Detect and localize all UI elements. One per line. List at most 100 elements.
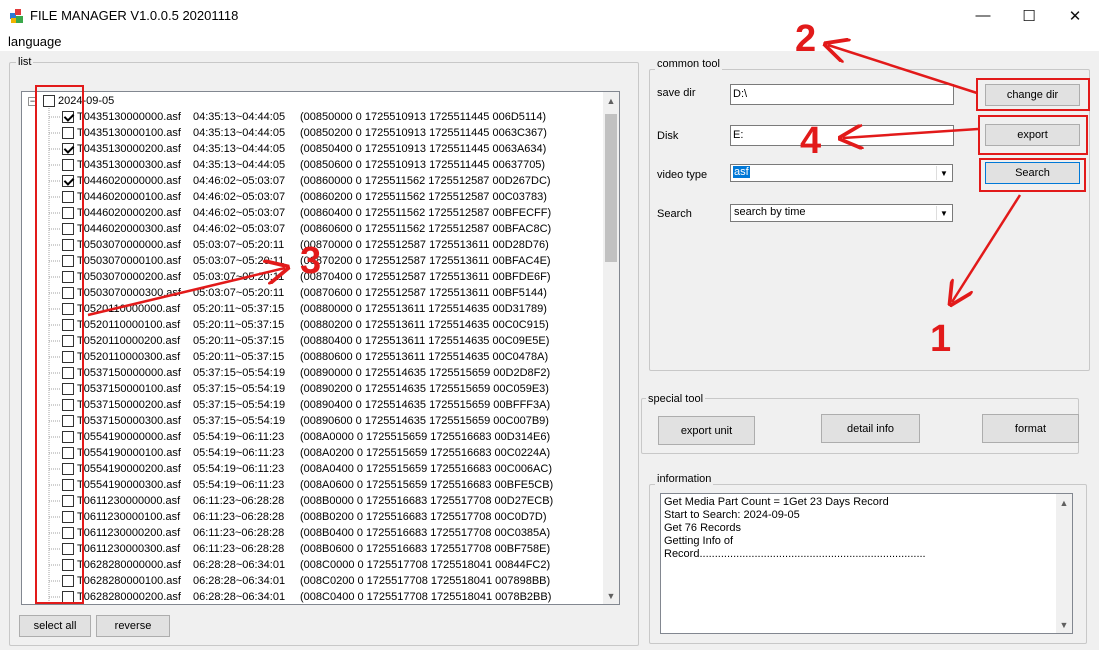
tree-row[interactable]: T0611230000300.asf 06:11:23~06:28:28 (008B… (22, 541, 605, 557)
tree-row[interactable]: T0520110000300.asf 05:20:11~05:37:15 (0088… (22, 349, 605, 365)
info-scrollbar[interactable]: ▲ ▼ (1056, 494, 1072, 633)
tree-row[interactable]: T0520110000100.asf 05:20:11~05:37:15 (0088… (22, 317, 605, 333)
tree-row[interactable]: T0537150000200.asf 05:37:15~05:54:19 (0089… (22, 397, 605, 413)
minimize-button[interactable]: — (960, 0, 1006, 31)
tree-row[interactable]: T0446020000000.asf 04:46:02~05:03:07 (0086… (22, 173, 605, 189)
scroll-down-icon[interactable]: ▼ (1056, 616, 1072, 633)
row-checkbox[interactable] (62, 479, 74, 491)
row-checkbox[interactable] (62, 303, 74, 315)
row-checkbox[interactable] (62, 143, 74, 155)
tree-row[interactable]: T0537150000100.asf 05:37:15~05:54:19 (0089… (22, 381, 605, 397)
row-checkbox[interactable] (62, 431, 74, 443)
row-checkbox[interactable] (62, 495, 74, 507)
tree-row[interactable]: T0435130000200.asf 04:35:13~04:44:05 (0085… (22, 141, 605, 157)
row-checkbox[interactable] (62, 255, 74, 267)
video-type-select[interactable]: asf ▼ (730, 164, 953, 182)
tree-row[interactable]: T0435130000000.asf 04:35:13~04:44:05 (0085… (22, 109, 605, 125)
collapse-toggle-icon[interactable]: − (28, 97, 37, 106)
record-tree[interactable]: − 2024-09-05 T0435130000000.asf 04:35:13~… (21, 91, 620, 605)
row-time-range: 04:35:13~04:44:05 (193, 127, 286, 139)
tree-row[interactable]: T0554190000200.asf 05:54:19~06:11:23 (008A… (22, 461, 605, 477)
row-record-info: (00860200 0 1725511562 1725512587 00C037… (300, 191, 547, 203)
row-checkbox[interactable] (62, 511, 74, 523)
row-checkbox[interactable] (62, 319, 74, 331)
row-checkbox[interactable] (62, 463, 74, 475)
row-checkbox[interactable] (62, 335, 74, 347)
tree-row[interactable]: T0628280000000.asf 06:28:28~06:34:01 (008C… (22, 557, 605, 573)
row-checkbox[interactable] (62, 207, 74, 219)
row-checkbox[interactable] (62, 351, 74, 363)
select-all-button[interactable]: select all (19, 615, 91, 637)
detail-info-button[interactable]: detail info (821, 414, 920, 443)
row-file-name: T0628280000000.asf (77, 559, 181, 571)
row-checkbox[interactable] (62, 559, 74, 571)
reverse-button[interactable]: reverse (96, 615, 170, 637)
tree-row[interactable]: T0520110000200.asf 05:20:11~05:37:15 (0088… (22, 333, 605, 349)
row-checkbox[interactable] (62, 399, 74, 411)
row-checkbox[interactable] (62, 175, 74, 187)
export-button[interactable]: export (985, 124, 1080, 146)
tree-row[interactable]: T0446020000300.asf 04:46:02~05:03:07 (0086… (22, 221, 605, 237)
row-checkbox[interactable] (62, 287, 74, 299)
tree-row[interactable]: T0537150000000.asf 05:37:15~05:54:19 (0089… (22, 365, 605, 381)
row-checkbox[interactable] (62, 415, 74, 427)
scroll-up-icon[interactable]: ▲ (603, 92, 619, 109)
menu-language[interactable]: language (8, 34, 62, 49)
tree-row[interactable]: T0537150000300.asf 05:37:15~05:54:19 (0089… (22, 413, 605, 429)
tree-row[interactable]: T0446020000100.asf 04:46:02~05:03:07 (0086… (22, 189, 605, 205)
tree-row[interactable]: T0611230000200.asf 06:11:23~06:28:28 (008B… (22, 525, 605, 541)
row-checkbox[interactable] (62, 111, 74, 123)
row-checkbox[interactable] (62, 223, 74, 235)
row-checkbox[interactable] (62, 383, 74, 395)
tree-row[interactable]: T0554190000000.asf 05:54:19~06:11:23 (008A… (22, 429, 605, 445)
save-dir-field[interactable]: D:\ (730, 84, 954, 105)
tree-row[interactable]: T0446020000200.asf 04:46:02~05:03:07 (0086… (22, 205, 605, 221)
close-icon: ✕ (1068, 7, 1082, 25)
export-unit-button[interactable]: export unit (658, 416, 755, 445)
row-time-range: 05:03:07~05:20:11 (193, 271, 285, 283)
tree-row[interactable]: T0520110000000.asf 05:20:11~05:37:15 (0088… (22, 301, 605, 317)
tree-row[interactable]: T0628280000200.asf 06:28:28~06:34:01 (008C… (22, 589, 605, 604)
row-record-info: (00880600 0 1725513611 1725514635 00C047… (300, 351, 549, 363)
search-button[interactable]: Search (985, 162, 1080, 184)
information-log[interactable]: Get Media Part Count = 1Get 23 Days Reco… (660, 493, 1073, 634)
row-checkbox[interactable] (62, 239, 74, 251)
row-checkbox[interactable] (62, 575, 74, 587)
tree-row[interactable]: T0554190000300.asf 05:54:19~06:11:23 (008A… (22, 477, 605, 493)
row-record-info: (00850400 0 1725510913 1725511445 0063A6… (300, 143, 547, 155)
scroll-down-icon[interactable]: ▼ (603, 587, 619, 604)
tree-row[interactable]: T0611230000100.asf 06:11:23~06:28:28 (008B… (22, 509, 605, 525)
change-dir-button[interactable]: change dir (985, 84, 1080, 106)
row-time-range: 05:54:19~06:11:23 (193, 431, 285, 443)
tree-row[interactable]: T0503070000300.asf 05:03:07~05:20:11 (0087… (22, 285, 605, 301)
format-button[interactable]: format (982, 414, 1079, 443)
disk-field[interactable]: E: (730, 125, 954, 146)
row-checkbox[interactable] (62, 271, 74, 283)
tree-root[interactable]: − 2024-09-05 (22, 93, 605, 109)
search-mode-select[interactable]: search by time ▼ (730, 204, 953, 222)
row-record-info: (008C0200 0 1725517708 1725518041 007898… (300, 575, 551, 587)
root-checkbox[interactable] (43, 95, 55, 107)
row-checkbox[interactable] (62, 367, 74, 379)
row-file-name: T0537150000200.asf (77, 399, 181, 411)
maximize-button[interactable]: ☐ (1006, 0, 1052, 31)
scroll-up-icon[interactable]: ▲ (1056, 494, 1072, 511)
row-file-name: T0628280000100.asf (77, 575, 181, 587)
row-checkbox[interactable] (62, 447, 74, 459)
tree-row[interactable]: T0628280000100.asf 06:28:28~06:34:01 (008C… (22, 573, 605, 589)
row-checkbox[interactable] (62, 527, 74, 539)
tree-row[interactable]: T0435130000100.asf 04:35:13~04:44:05 (0085… (22, 125, 605, 141)
row-checkbox[interactable] (62, 127, 74, 139)
tree-row[interactable]: T0554190000100.asf 05:54:19~06:11:23 (008A… (22, 445, 605, 461)
tree-row[interactable]: T0435130000300.asf 04:35:13~04:44:05 (0085… (22, 157, 605, 173)
row-checkbox[interactable] (62, 191, 74, 203)
scroll-thumb[interactable] (605, 114, 617, 262)
tree-row[interactable]: T0611230000000.asf 06:11:23~06:28:28 (008B… (22, 493, 605, 509)
row-checkbox[interactable] (62, 159, 74, 171)
close-button[interactable]: ✕ (1052, 0, 1098, 31)
row-record-info: (00870000 0 1725512587 1725513611 00D28D… (300, 239, 549, 251)
tree-scrollbar[interactable]: ▲ ▼ (603, 92, 619, 604)
row-checkbox[interactable] (62, 543, 74, 555)
row-checkbox[interactable] (62, 591, 74, 603)
search-mode-value: search by time (734, 206, 806, 218)
